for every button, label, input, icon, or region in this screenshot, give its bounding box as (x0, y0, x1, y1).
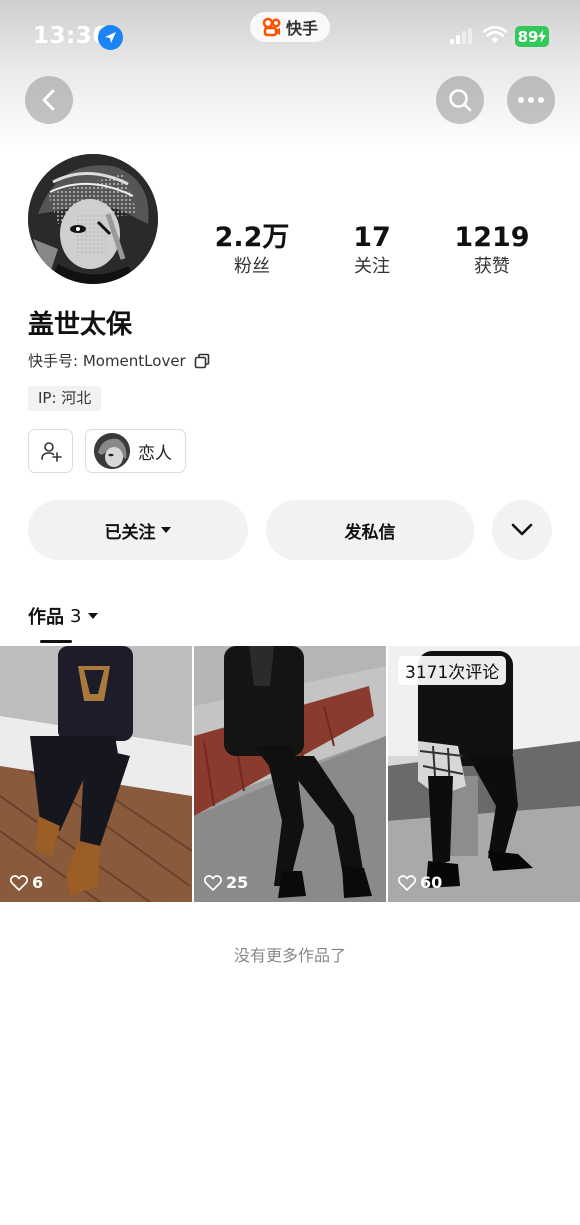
work-likes-count: 60 (420, 873, 443, 892)
app-name: 快手 (285, 19, 318, 38)
followers-count: 2.2万 (214, 222, 290, 253)
kwai-id-row: 快手号: MomentLover (28, 350, 210, 371)
work-likes-count: 6 (32, 873, 44, 892)
followers-stat[interactable]: 2.2万 粉丝 (192, 222, 312, 280)
add-user-icon (40, 442, 62, 462)
works-tab-label: 作品 (28, 607, 64, 628)
following-count: 17 (353, 222, 391, 253)
profile-nickname: 盖世太保 (28, 310, 133, 340)
heart-icon (10, 874, 28, 891)
kuaishou-logo-icon (262, 17, 281, 37)
expand-recommend-button[interactable] (492, 500, 552, 560)
work-likes: 25 (204, 873, 248, 892)
more-dots-icon (518, 97, 544, 103)
app-return-pill[interactable]: 快手 (250, 12, 330, 42)
chevron-down-icon (511, 523, 533, 536)
profile-avatar[interactable] (28, 154, 158, 284)
heart-icon (204, 874, 222, 891)
more-button[interactable] (507, 76, 555, 124)
works-count: 3 (70, 605, 82, 627)
work-likes-count: 25 (226, 873, 249, 892)
likes-stat[interactable]: 1219 获赞 (432, 222, 552, 280)
work-likes: 6 (10, 873, 43, 892)
work-likes: 60 (398, 873, 442, 892)
charging-bolt-icon (538, 30, 547, 43)
caret-down-icon (88, 613, 99, 619)
caret-down-icon (160, 527, 171, 533)
kwai-id-text: 快手号: MomentLover (28, 352, 186, 370)
followed-label: 已关注 (104, 522, 156, 543)
back-button[interactable] (25, 76, 73, 124)
work-thumbnail-1[interactable]: 6 (0, 646, 192, 902)
status-bar: 13:36 快手 89 (0, 0, 580, 72)
copy-icon[interactable] (194, 353, 210, 369)
tab-works[interactable]: 作品 3 (28, 603, 99, 629)
location-arrow-icon (98, 25, 123, 50)
relation-label: 恋人 (138, 443, 172, 464)
send-message-button[interactable]: 发私信 (266, 500, 474, 560)
work-thumbnail-3[interactable]: 3171次评论 60 (388, 646, 580, 902)
followers-label: 粉丝 (234, 256, 270, 277)
no-more-works-text: 没有更多作品了 (233, 946, 346, 965)
search-icon (449, 89, 472, 112)
cellular-signal-icon (450, 28, 472, 44)
ip-location-tag: IP: 河北 (28, 386, 102, 411)
battery-level: 89 (517, 27, 539, 46)
likes-count: 1219 (454, 222, 530, 253)
followed-button[interactable]: 已关注 (28, 500, 248, 560)
search-button[interactable] (436, 76, 484, 124)
lover-avatar (94, 433, 130, 469)
add-friend-button[interactable] (28, 429, 73, 473)
work-thumbnail-2[interactable]: 25 (194, 646, 386, 902)
send-message-label: 发私信 (344, 522, 396, 543)
following-stat[interactable]: 17 关注 (312, 222, 432, 280)
works-tab-indicator (40, 640, 72, 643)
comment-count-badge: 3171次评论 (398, 656, 507, 685)
heart-icon (398, 874, 416, 891)
chevron-left-icon (42, 89, 55, 111)
wifi-icon (483, 26, 507, 43)
following-label: 关注 (354, 256, 390, 277)
relation-chip[interactable]: 恋人 (85, 429, 186, 473)
likes-label: 获赞 (474, 256, 510, 277)
battery-indicator: 89 (515, 26, 549, 47)
